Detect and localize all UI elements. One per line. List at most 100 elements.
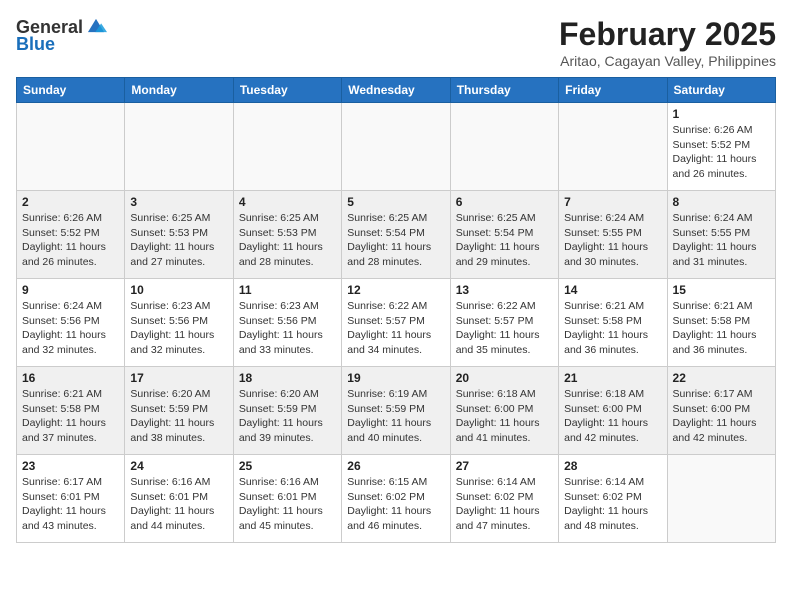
day-info: Sunrise: 6:25 AM Sunset: 5:53 PM Dayligh… (130, 211, 227, 270)
day-info: Sunrise: 6:20 AM Sunset: 5:59 PM Dayligh… (239, 387, 336, 446)
calendar-day-cell: 26 Sunrise: 6:15 AM Sunset: 6:02 PM Dayli… (342, 455, 450, 543)
calendar-day-cell: 28 Sunrise: 6:14 AM Sunset: 6:02 PM Dayli… (559, 455, 667, 543)
day-info: Sunrise: 6:25 AM Sunset: 5:53 PM Dayligh… (239, 211, 336, 270)
day-number: 18 (239, 371, 336, 385)
day-number: 21 (564, 371, 661, 385)
calendar-day-cell: 16Sunrise: 6:21 AM Sunset: 5:58 PM Dayli… (17, 367, 125, 455)
day-number: 5 (347, 195, 444, 209)
day-info: Sunrise: 6:23 AM Sunset: 5:56 PM Dayligh… (239, 299, 336, 358)
day-number: 22 (673, 371, 770, 385)
calendar-table: SundayMondayTuesdayWednesdayThursdayFrid… (16, 77, 776, 543)
weekday-header: Wednesday (342, 78, 450, 103)
calendar-week-row: 9Sunrise: 6:24 AM Sunset: 5:56 PM Daylig… (17, 279, 776, 367)
calendar-day-cell (667, 455, 775, 543)
day-info: Sunrise: 6:15 AM Sunset: 6:02 PM Dayligh… (347, 475, 444, 534)
weekday-header: Friday (559, 78, 667, 103)
day-number: 1 (673, 107, 770, 121)
day-info: Sunrise: 6:16 AM Sunset: 6:01 PM Dayligh… (239, 475, 336, 534)
calendar-day-cell: 12 Sunrise: 6:22 AM Sunset: 5:57 PM Dayli… (342, 279, 450, 367)
day-number: 9 (22, 283, 119, 297)
logo: General Blue (16, 16, 107, 55)
day-info: Sunrise: 6:22 AM Sunset: 5:57 PM Dayligh… (347, 299, 444, 358)
calendar-day-cell: 17Sunrise: 6:20 AM Sunset: 5:59 PM Dayli… (125, 367, 233, 455)
calendar-day-cell: 24 Sunrise: 6:16 AM Sunset: 6:01 PM Dayli… (125, 455, 233, 543)
calendar-day-cell: 20 Sunrise: 6:18 AM Sunset: 6:00 PM Dayli… (450, 367, 558, 455)
weekday-header: Monday (125, 78, 233, 103)
calendar-week-row: 2 Sunrise: 6:26 AM Sunset: 5:52 PM Daylig… (17, 191, 776, 279)
calendar-day-cell: 14 Sunrise: 6:21 AM Sunset: 5:58 PM Dayli… (559, 279, 667, 367)
day-info: Sunrise: 6:23 AM Sunset: 5:56 PM Dayligh… (130, 299, 227, 358)
calendar-day-cell: 3 Sunrise: 6:25 AM Sunset: 5:53 PM Daylig… (125, 191, 233, 279)
calendar-day-cell: 15 Sunrise: 6:21 AM Sunset: 5:58 PM Dayli… (667, 279, 775, 367)
day-info: Sunrise: 6:21 AM Sunset: 5:58 PM Dayligh… (564, 299, 661, 358)
logo-blue-text: Blue (16, 34, 55, 55)
day-number: 24 (130, 459, 227, 473)
weekday-header: Thursday (450, 78, 558, 103)
weekday-header: Sunday (17, 78, 125, 103)
day-info: Sunrise: 6:14 AM Sunset: 6:02 PM Dayligh… (564, 475, 661, 534)
day-number: 14 (564, 283, 661, 297)
day-info: Sunrise: 6:16 AM Sunset: 6:01 PM Dayligh… (130, 475, 227, 534)
day-number: 23 (22, 459, 119, 473)
day-info: Sunrise: 6:26 AM Sunset: 5:52 PM Dayligh… (673, 123, 770, 182)
day-number: 7 (564, 195, 661, 209)
day-info: Sunrise: 6:18 AM Sunset: 6:00 PM Dayligh… (564, 387, 661, 446)
day-number: 17 (130, 371, 227, 385)
calendar-day-cell (559, 103, 667, 191)
day-number: 15 (673, 283, 770, 297)
day-number: 2 (22, 195, 119, 209)
weekday-header: Saturday (667, 78, 775, 103)
calendar-subtitle: Aritao, Cagayan Valley, Philippines (559, 53, 776, 69)
calendar-day-cell: 23 Sunrise: 6:17 AM Sunset: 6:01 PM Dayli… (17, 455, 125, 543)
day-number: 19 (347, 371, 444, 385)
day-info: Sunrise: 6:26 AM Sunset: 5:52 PM Dayligh… (22, 211, 119, 270)
day-info: Sunrise: 6:17 AM Sunset: 6:01 PM Dayligh… (22, 475, 119, 534)
calendar-day-cell: 27Sunrise: 6:14 AM Sunset: 6:02 PM Dayli… (450, 455, 558, 543)
calendar-week-row: 23 Sunrise: 6:17 AM Sunset: 6:01 PM Dayli… (17, 455, 776, 543)
day-number: 16 (22, 371, 119, 385)
day-info: Sunrise: 6:21 AM Sunset: 5:58 PM Dayligh… (673, 299, 770, 358)
day-info: Sunrise: 6:24 AM Sunset: 5:55 PM Dayligh… (564, 211, 661, 270)
day-info: Sunrise: 6:24 AM Sunset: 5:55 PM Dayligh… (673, 211, 770, 270)
calendar-title: February 2025 (559, 16, 776, 53)
calendar-day-cell: 13Sunrise: 6:22 AM Sunset: 5:57 PM Dayli… (450, 279, 558, 367)
calendar-day-cell (342, 103, 450, 191)
day-info: Sunrise: 6:18 AM Sunset: 6:00 PM Dayligh… (456, 387, 553, 446)
calendar-day-cell: 2 Sunrise: 6:26 AM Sunset: 5:52 PM Daylig… (17, 191, 125, 279)
calendar-day-cell: 10 Sunrise: 6:23 AM Sunset: 5:56 PM Dayli… (125, 279, 233, 367)
calendar-day-cell: 7 Sunrise: 6:24 AM Sunset: 5:55 PM Daylig… (559, 191, 667, 279)
calendar-day-cell: 9Sunrise: 6:24 AM Sunset: 5:56 PM Daylig… (17, 279, 125, 367)
calendar-day-cell: 22 Sunrise: 6:17 AM Sunset: 6:00 PM Dayli… (667, 367, 775, 455)
calendar-week-row: 1 Sunrise: 6:26 AM Sunset: 5:52 PM Daylig… (17, 103, 776, 191)
day-number: 25 (239, 459, 336, 473)
calendar-day-cell (17, 103, 125, 191)
day-number: 20 (456, 371, 553, 385)
calendar-day-cell: 4 Sunrise: 6:25 AM Sunset: 5:53 PM Daylig… (233, 191, 341, 279)
day-number: 12 (347, 283, 444, 297)
calendar-day-cell: 8 Sunrise: 6:24 AM Sunset: 5:55 PM Daylig… (667, 191, 775, 279)
day-number: 8 (673, 195, 770, 209)
day-info: Sunrise: 6:17 AM Sunset: 6:00 PM Dayligh… (673, 387, 770, 446)
day-number: 3 (130, 195, 227, 209)
day-number: 4 (239, 195, 336, 209)
calendar-day-cell: 1 Sunrise: 6:26 AM Sunset: 5:52 PM Daylig… (667, 103, 775, 191)
logo-icon (85, 16, 107, 38)
calendar-day-cell (125, 103, 233, 191)
day-number: 11 (239, 283, 336, 297)
calendar-header-row: SundayMondayTuesdayWednesdayThursdayFrid… (17, 78, 776, 103)
day-number: 6 (456, 195, 553, 209)
calendar-week-row: 16Sunrise: 6:21 AM Sunset: 5:58 PM Dayli… (17, 367, 776, 455)
day-number: 26 (347, 459, 444, 473)
calendar-day-cell: 6 Sunrise: 6:25 AM Sunset: 5:54 PM Daylig… (450, 191, 558, 279)
weekday-header: Tuesday (233, 78, 341, 103)
calendar-day-cell: 11 Sunrise: 6:23 AM Sunset: 5:56 PM Dayli… (233, 279, 341, 367)
calendar-day-cell: 25 Sunrise: 6:16 AM Sunset: 6:01 PM Dayli… (233, 455, 341, 543)
calendar-day-cell (450, 103, 558, 191)
day-info: Sunrise: 6:25 AM Sunset: 5:54 PM Dayligh… (456, 211, 553, 270)
day-info: Sunrise: 6:19 AM Sunset: 5:59 PM Dayligh… (347, 387, 444, 446)
day-number: 28 (564, 459, 661, 473)
title-section: February 2025 Aritao, Cagayan Valley, Ph… (559, 16, 776, 69)
calendar-day-cell (233, 103, 341, 191)
day-number: 10 (130, 283, 227, 297)
calendar-day-cell: 5Sunrise: 6:25 AM Sunset: 5:54 PM Daylig… (342, 191, 450, 279)
